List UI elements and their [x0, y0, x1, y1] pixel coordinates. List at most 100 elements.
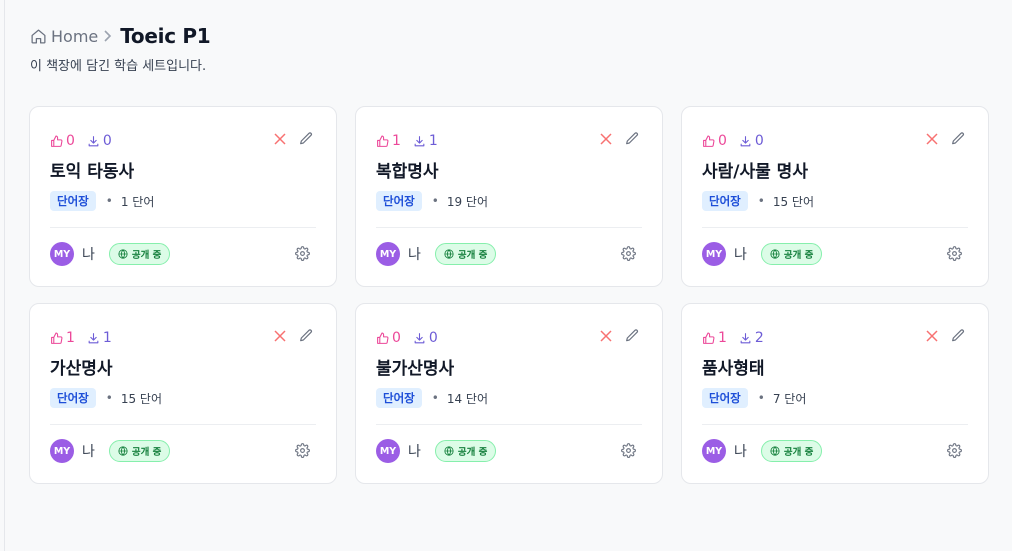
like-count[interactable]: 0 — [376, 330, 401, 346]
download-count[interactable]: 1 — [87, 330, 112, 346]
edit-button[interactable] — [950, 131, 966, 147]
set-title[interactable]: 복합명사 — [376, 157, 439, 182]
owner-name: 나 — [734, 444, 747, 460]
card-stats: 1 1 — [50, 330, 124, 346]
like-count[interactable]: 0 — [50, 133, 75, 149]
edit-button[interactable] — [624, 131, 640, 147]
card-stats: 1 1 — [376, 133, 450, 149]
type-badge: 단어장 — [702, 388, 748, 408]
settings-button[interactable] — [621, 246, 636, 261]
breadcrumb-home-link[interactable]: Home — [30, 27, 98, 46]
close-icon — [926, 133, 938, 145]
like-count[interactable]: 1 — [376, 133, 401, 149]
pencil-icon — [300, 132, 312, 145]
close-icon — [600, 330, 612, 342]
edit-button[interactable] — [298, 131, 314, 147]
pencil-icon — [300, 329, 312, 342]
study-set-card[interactable]: 1 1 가산명사 단어장 • 15 단어 MY 나 공개 중 — [29, 303, 337, 484]
breadcrumb-home-label: Home — [51, 26, 99, 46]
set-title[interactable]: 품사형태 — [702, 354, 765, 379]
separator-dot: • — [105, 194, 113, 208]
study-set-card[interactable]: 1 2 품사형태 단어장 • 7 단어 MY 나 공개 중 — [681, 303, 989, 484]
card-actions — [926, 131, 966, 147]
study-set-card[interactable]: 1 1 복합명사 단어장 • 19 단어 MY 나 공개 중 — [355, 106, 663, 287]
download-count-value: 0 — [428, 330, 438, 346]
owner-name: 나 — [82, 444, 95, 460]
thumbs-up-icon — [702, 135, 718, 148]
word-count: 7 단어 — [772, 391, 807, 406]
set-title[interactable]: 사람/사물 명사 — [702, 157, 808, 182]
download-icon — [87, 135, 103, 148]
card-footer: MY 나 공개 중 — [376, 439, 497, 463]
card-footer: MY 나 공개 중 — [50, 439, 171, 463]
edit-button[interactable] — [950, 328, 966, 344]
download-count[interactable]: 0 — [739, 133, 764, 149]
card-footer: MY 나 공개 중 — [702, 439, 823, 463]
public-status-badge: 공개 중 — [760, 243, 823, 265]
settings-button[interactable] — [621, 443, 636, 458]
download-count-value: 1 — [428, 133, 438, 149]
globe-icon — [770, 249, 780, 259]
card-footer: MY 나 공개 중 — [50, 242, 171, 266]
like-count[interactable]: 1 — [702, 330, 727, 346]
card-stats: 0 0 — [50, 133, 124, 149]
download-count[interactable]: 0 — [413, 330, 438, 346]
globe-icon — [444, 446, 454, 456]
settings-button[interactable] — [295, 443, 310, 458]
delete-button[interactable] — [926, 330, 938, 342]
set-title[interactable]: 가산명사 — [50, 354, 113, 379]
type-badge: 단어장 — [376, 388, 422, 408]
globe-icon — [118, 446, 128, 456]
download-icon — [739, 135, 755, 148]
settings-button[interactable] — [295, 246, 310, 261]
card-actions — [274, 131, 314, 147]
download-count-value: 2 — [754, 330, 764, 346]
separator-dot: • — [431, 391, 439, 405]
set-meta: 단어장 • 7 단어 — [702, 388, 806, 408]
like-count[interactable]: 0 — [702, 133, 727, 149]
study-set-grid: 0 0 토익 타동사 단어장 • 1 단어 MY 나 공개 중 1 1 복합명사… — [29, 106, 991, 484]
like-count[interactable]: 1 — [50, 330, 75, 346]
separator-dot: • — [757, 391, 765, 405]
word-count: 1 단어 — [120, 194, 155, 209]
delete-button[interactable] — [600, 133, 612, 145]
separator-dot: • — [105, 391, 113, 405]
owner-name: 나 — [408, 444, 421, 460]
left-border — [4, 0, 5, 551]
edit-button[interactable] — [624, 328, 640, 344]
pencil-icon — [626, 329, 638, 342]
globe-icon — [770, 446, 780, 456]
like-count-value: 1 — [718, 330, 727, 346]
pencil-icon — [626, 132, 638, 145]
download-icon — [413, 135, 429, 148]
set-title[interactable]: 불가산명사 — [376, 354, 454, 379]
close-icon — [600, 133, 612, 145]
delete-button[interactable] — [274, 133, 286, 145]
set-meta: 단어장 • 15 단어 — [702, 191, 814, 211]
set-title[interactable]: 토익 타동사 — [50, 157, 134, 182]
settings-button[interactable] — [947, 443, 962, 458]
close-icon — [274, 330, 286, 342]
study-set-card[interactable]: 0 0 불가산명사 단어장 • 14 단어 MY 나 공개 중 — [355, 303, 663, 484]
divider — [50, 424, 316, 425]
card-footer: MY 나 공개 중 — [376, 242, 497, 266]
card-stats: 1 2 — [702, 330, 776, 346]
avatar: MY — [376, 439, 400, 463]
edit-button[interactable] — [298, 328, 314, 344]
home-icon — [30, 28, 51, 45]
study-set-card[interactable]: 0 0 사람/사물 명사 단어장 • 15 단어 MY 나 공개 중 — [681, 106, 989, 287]
set-meta: 단어장 • 14 단어 — [376, 388, 488, 408]
like-count-value: 0 — [718, 133, 727, 149]
settings-button[interactable] — [947, 246, 962, 261]
study-set-card[interactable]: 0 0 토익 타동사 단어장 • 1 단어 MY 나 공개 중 — [29, 106, 337, 287]
word-count: 15 단어 — [120, 391, 162, 406]
download-count[interactable]: 2 — [739, 330, 764, 346]
download-count[interactable]: 0 — [87, 133, 112, 149]
delete-button[interactable] — [600, 330, 612, 342]
public-status-badge: 공개 중 — [108, 440, 171, 462]
type-badge: 단어장 — [50, 388, 96, 408]
delete-button[interactable] — [274, 330, 286, 342]
download-count[interactable]: 1 — [413, 133, 438, 149]
delete-button[interactable] — [926, 133, 938, 145]
like-count-value: 0 — [66, 133, 75, 149]
